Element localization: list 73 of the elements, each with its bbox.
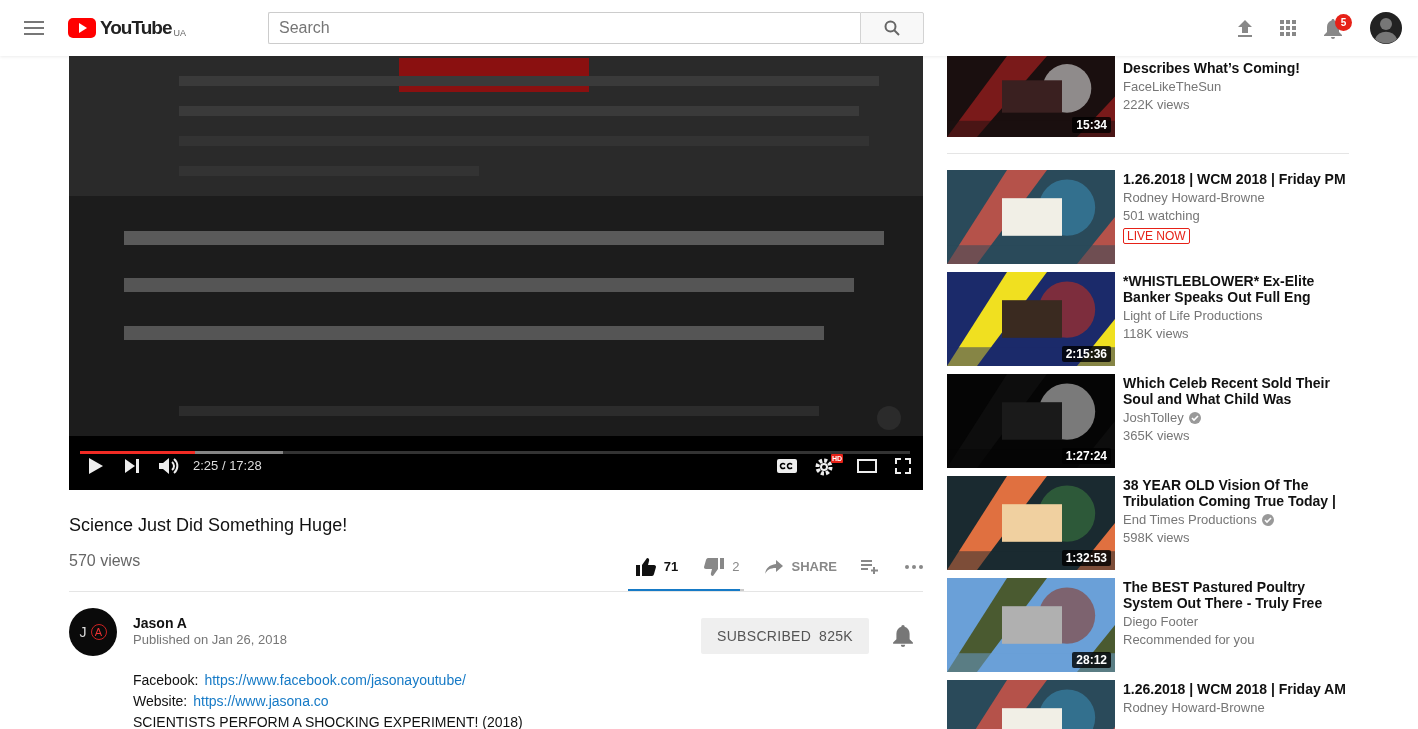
apps-icon[interactable] [1280,20,1296,36]
captions-icon[interactable] [777,459,797,473]
meta-text: 598K views [1123,529,1191,547]
video-item-title: 38 YEAR OLD Vision Of The Tribulation Coming True Today | [1123,477,1337,509]
video-title: Science Just Did Something Huge! [69,514,349,537]
more-icon[interactable] [905,565,923,569]
channel-name[interactable]: Jason A [133,614,287,632]
channel-name: Diego Footer [1123,613,1199,631]
meta-text: 222K views [1123,96,1191,114]
share-arrow-icon [765,560,784,574]
channel-name: Rodney Howard-Browne [1123,189,1265,207]
publish-date: Published on Jan 26, 2018 [133,632,287,648]
thumbs-down-icon [704,558,725,576]
progress-bar[interactable] [80,451,910,454]
menu-icon[interactable] [24,21,44,35]
upload-icon[interactable] [1238,19,1252,37]
channel-name: FaceLikeTheSun [1123,78,1222,96]
logo-text[interactable]: YouTube [100,13,172,43]
channel-name: Rodney Howard-Browne [1123,699,1265,717]
add-to-playlist-icon[interactable] [861,560,879,574]
description-label: Website: [133,692,188,711]
region-label: UA [173,27,186,40]
bell-icon[interactable] [893,625,913,647]
video-item[interactable]: 28:12 The BEST Pastured Poultry System Out There - Truly Free Diego Footer Recommended for you [947,578,1349,672]
channel-name: End Times Productions [1123,511,1257,529]
channel-name: JoshTolley [1123,409,1184,427]
duration-label: 15:34 [1072,117,1111,133]
channel-avatar[interactable]: J A [69,608,117,656]
like-button[interactable]: 71 [635,557,679,577]
video-item[interactable]: 1.26.2018 | WCM 2018 | Friday PM Rodney Howard-Browne 501 watching LIVE NOW [947,170,1349,264]
meta-text: 365K views [1123,427,1191,445]
duration-label: 1:27:24 [1061,448,1111,464]
video-item-title: *WHISTLEBLOWER* Ex-Elite Banker Speaks Out Full Eng [1123,273,1316,305]
avatar-icon[interactable] [1370,12,1402,44]
video-item[interactable]: 1.26.2018 | WCM 2018 | Friday AM Rodney Howard-Browne [947,680,1349,729]
view-count: 570 views [69,551,141,571]
video-item-title: Describes What’s Coming! [1123,60,1301,76]
duration-label: 1:32:53 [1061,550,1111,566]
video-item-title: 1.26.2018 | WCM 2018 | Friday PM [1123,171,1347,187]
video-item-title: The BEST Pastured Poultry System Out There - Truly Free [1123,579,1324,611]
search-icon [883,20,900,36]
dislike-button[interactable]: 2 [704,557,740,577]
video-item[interactable]: 1:32:53 38 YEAR OLD Vision Of The Tribulation Coming True Today | End Times Productions 598K views [947,476,1349,570]
logo-icon[interactable] [68,18,96,38]
description-text: SCIENTISTS PERFORM A SHOCKING EXPERIMENT! (2018) [133,713,524,729]
play-icon[interactable] [89,458,103,474]
next-icon[interactable] [125,459,139,473]
channel-name: Light of Life Productions [1123,307,1263,325]
thumbs-up-icon [635,558,656,576]
notification-badge: 5 [1335,14,1352,31]
meta-text: 118K views [1123,325,1190,343]
volume-icon[interactable] [159,457,179,475]
search-field[interactable]: Search [267,12,860,44]
meta-text: Recommended for you [1123,631,1256,649]
search-button[interactable] [859,12,924,44]
video-item-title: 1.26.2018 | WCM 2018 | Friday AM [1123,681,1347,697]
meta-text: 501 watching [1123,207,1201,225]
subscribe-button[interactable]: SUBSCRIBED 825K [701,618,869,654]
duration-label: 2:15:36 [1061,346,1111,362]
fullscreen-icon[interactable] [895,458,911,474]
gear-icon[interactable] [815,458,833,476]
description-link[interactable]: https://www.facebook.com/jasonayoutube/ [204,670,466,691]
share-button[interactable]: SHARE [765,557,837,577]
time-display: 2:25 / 17:28 [193,457,262,476]
theater-icon[interactable] [857,459,877,473]
duration-label: 28:12 [1072,652,1111,668]
description-link[interactable]: https://www.jasona.co [193,691,329,712]
live-badge: LIVE NOW [1123,228,1190,244]
video-item[interactable]: 1:27:24 Which Celeb Recent Sold Their Soul and What Child Was JoshTolley 365K views [947,374,1349,468]
video-item[interactable]: 2:15:36 *WHISTLEBLOWER* Ex-Elite Banker Speaks Out Full Eng Light of Life Productions 118K views [947,272,1349,366]
video-item[interactable]: 15:34 Describes What’s Coming! FaceLikeTheSun 222K views [947,56,1349,137]
description-label: Facebook: [133,671,199,690]
video-item-title: Which Celeb Recent Sold Their Soul and What Child Was [1123,375,1331,407]
